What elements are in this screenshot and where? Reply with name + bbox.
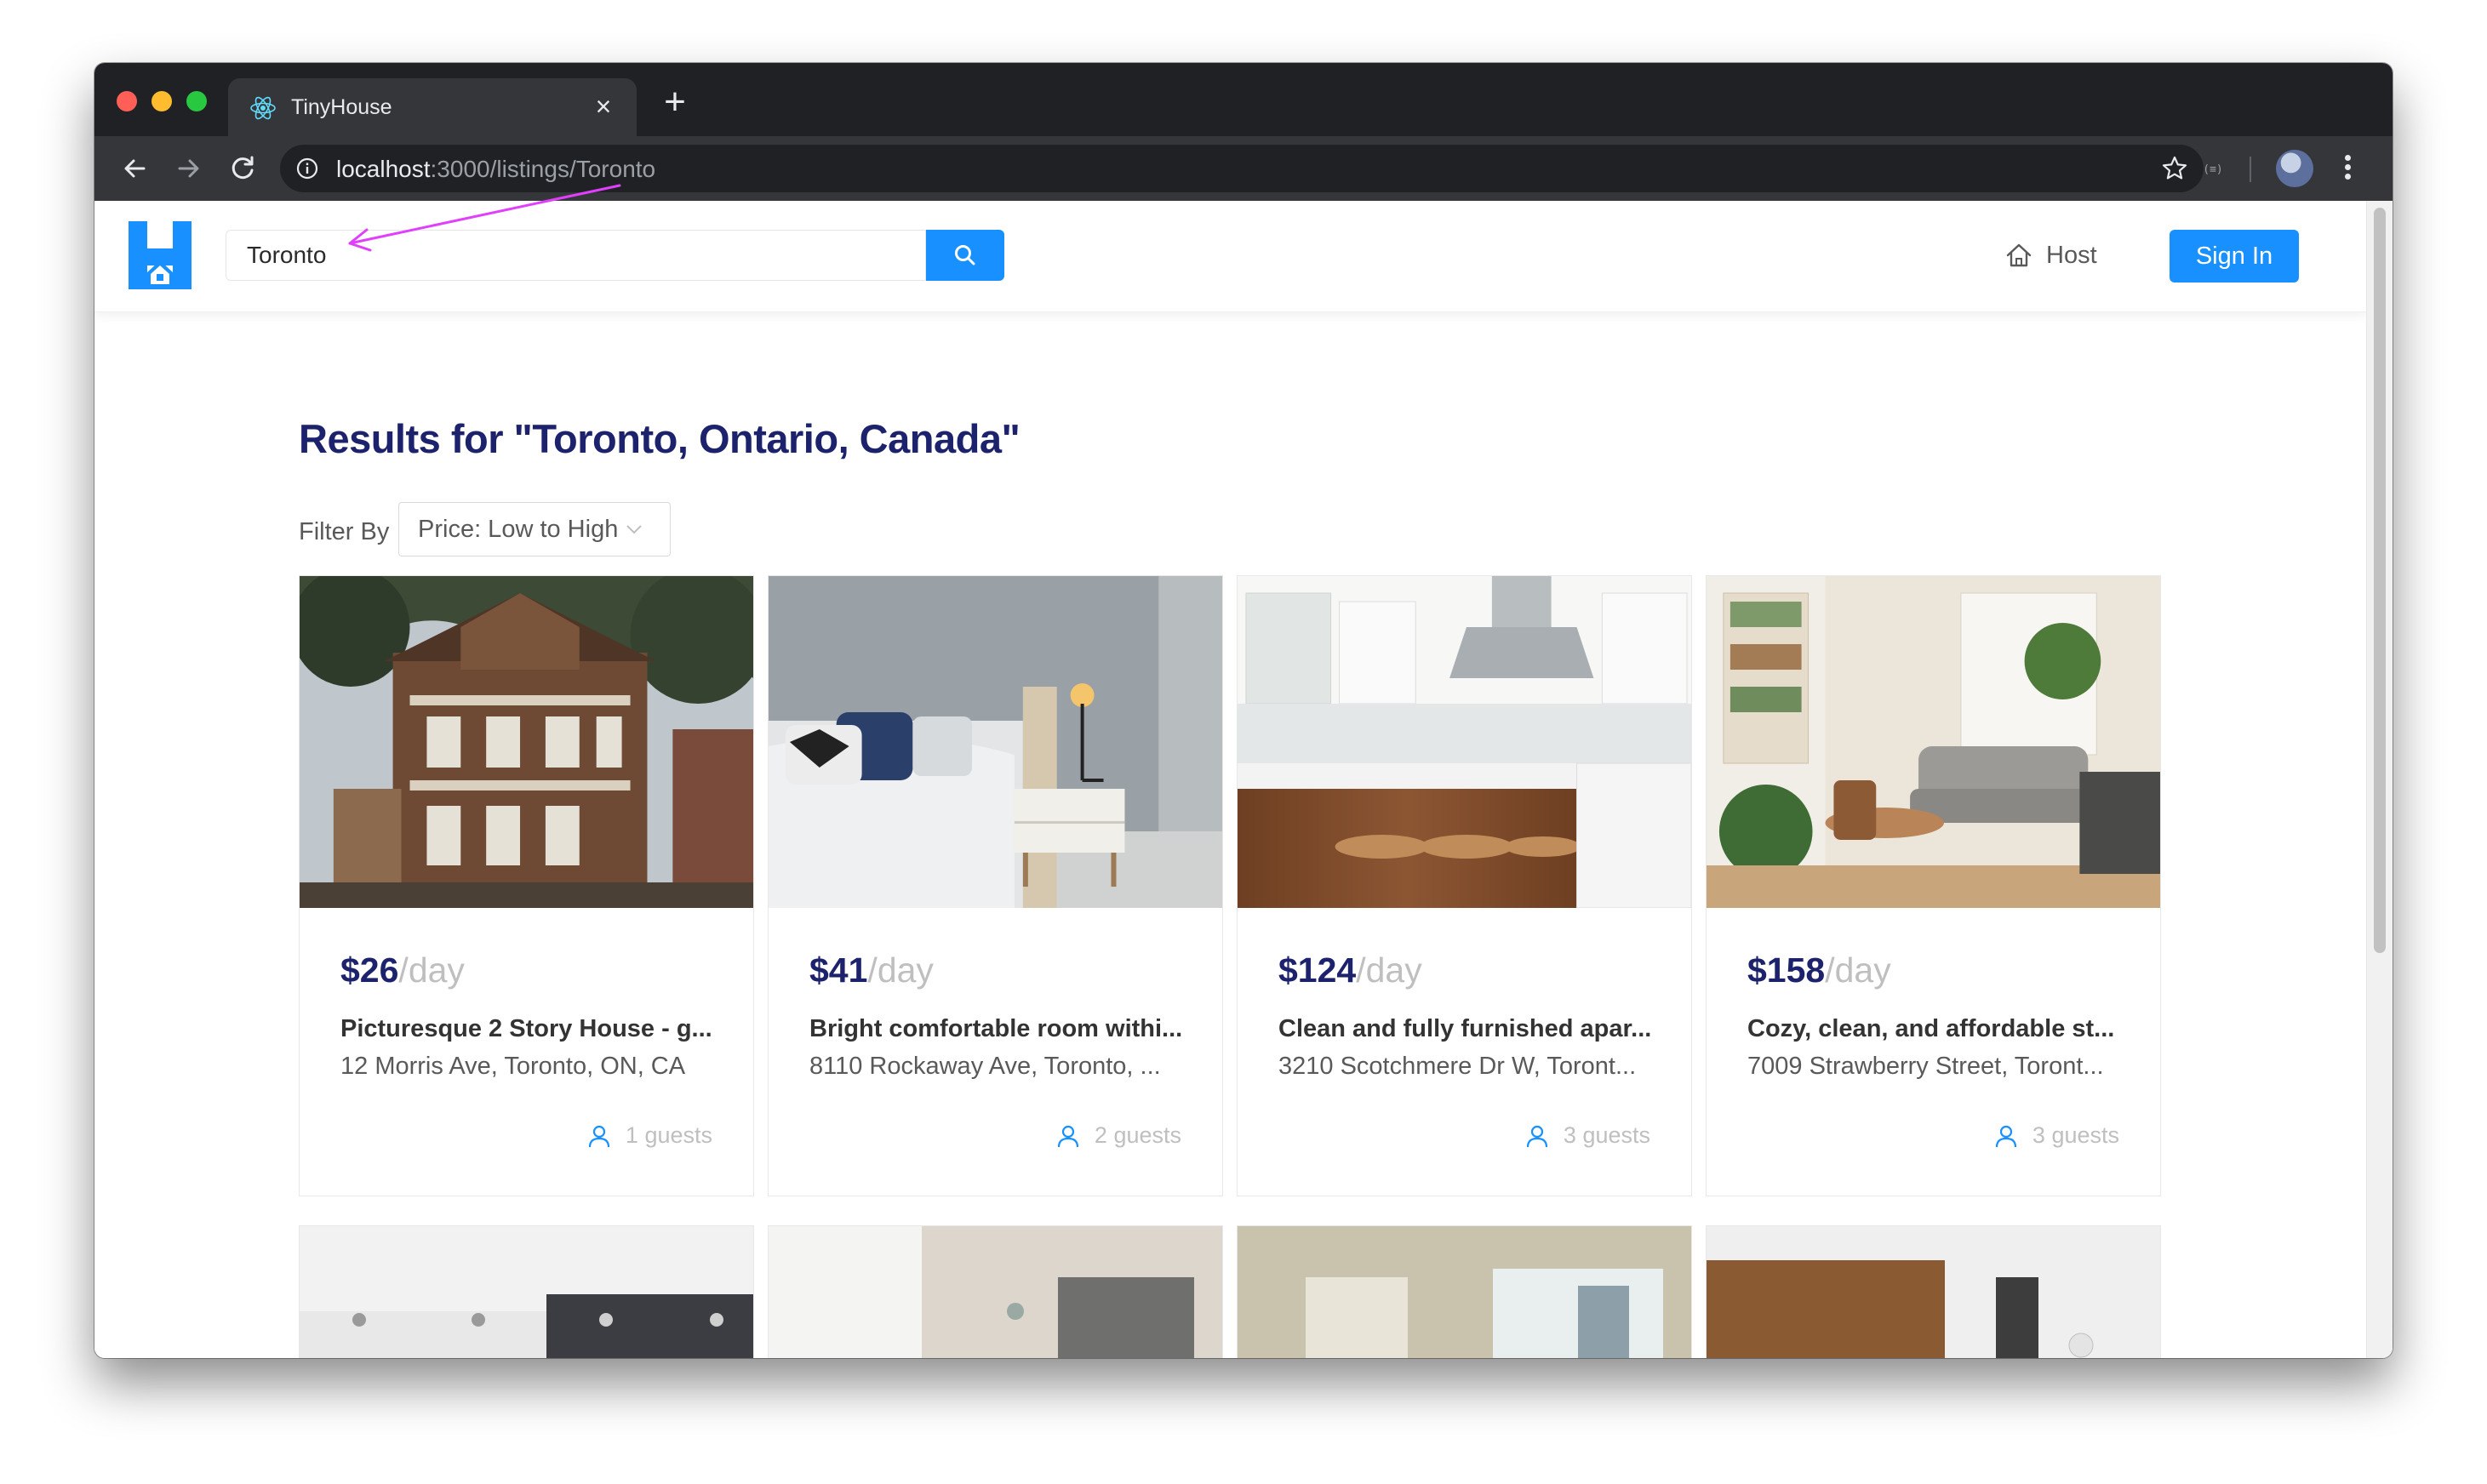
search-icon xyxy=(955,245,975,265)
listing-title: Clean and fully furnished apar... xyxy=(1278,1015,1652,1042)
reload-icon[interactable] xyxy=(224,150,261,187)
user-icon xyxy=(588,1125,610,1147)
listing-address: 12 Morris Ave, Toronto, ON, CA xyxy=(340,1053,686,1080)
star-bookmark-icon[interactable] xyxy=(2159,153,2190,184)
listing-card-partial[interactable] xyxy=(768,1225,1223,1358)
search-input[interactable] xyxy=(226,230,926,281)
listing-guests: 2 guests xyxy=(1057,1122,1181,1149)
url-path: :3000/listings/Toronto xyxy=(430,156,656,182)
listing-price: $158/day xyxy=(1747,950,1891,990)
listing-guests: 1 guests xyxy=(588,1122,712,1149)
browser-menu-icon[interactable] xyxy=(2341,151,2353,186)
listing-card-partial[interactable] xyxy=(299,1225,754,1358)
user-icon xyxy=(1995,1125,2017,1147)
listing-guests: 3 guests xyxy=(1995,1122,2119,1149)
redux-extension-icon: (≡) xyxy=(2203,163,2222,176)
search-button[interactable] xyxy=(926,230,1004,281)
listing-address: 7009 Strawberry Street, Toront... xyxy=(1747,1053,2104,1080)
price-amount: $26 xyxy=(340,950,399,990)
listing-card[interactable]: $41/day Bright comfortable room withi...… xyxy=(768,575,1223,1196)
price-amount: $41 xyxy=(809,950,868,990)
tab-bar: TinyHouse × + xyxy=(94,63,2393,136)
listing-card[interactable]: $124/day Clean and fully furnished apar.… xyxy=(1237,575,1692,1196)
price-unit: /day xyxy=(1356,950,1422,990)
extension-icon[interactable]: (≡) xyxy=(2198,155,2227,182)
page-scrollbar[interactable] xyxy=(2366,201,2393,1358)
listing-photo-kitchen xyxy=(1238,576,1691,908)
listing-photo-bedroom xyxy=(769,576,1222,908)
user-icon xyxy=(1057,1125,1079,1147)
listing-photo-partial xyxy=(769,1226,1222,1358)
react-icon xyxy=(250,96,276,120)
guests-count: 3 guests xyxy=(2032,1122,2119,1148)
chevron-down-icon xyxy=(626,525,643,534)
price-filter-select[interactable]: Price: Low to High xyxy=(398,502,671,556)
sign-in-button[interactable]: Sign In xyxy=(2170,230,2299,283)
listing-title: Picturesque 2 Story House - g... xyxy=(340,1015,712,1042)
host-link[interactable]: Host xyxy=(2005,238,2097,272)
host-label: Host xyxy=(2046,241,2097,269)
listing-address: 3210 Scotchmere Dr W, Toront... xyxy=(1278,1053,1637,1080)
listing-title: Cozy, clean, and affordable st... xyxy=(1747,1015,2115,1042)
listing-price: $41/day xyxy=(809,950,934,990)
price-unit: /day xyxy=(1825,950,1891,990)
listing-photo-partial xyxy=(1238,1226,1691,1358)
app-header: Host Sign In xyxy=(94,201,2367,312)
guests-count: 2 guests xyxy=(1094,1122,1181,1148)
listing-card-partial[interactable] xyxy=(1237,1225,1692,1358)
listing-photo-partial xyxy=(1707,1226,2160,1358)
listing-title: Bright comfortable room withi... xyxy=(809,1015,1183,1042)
forward-arrow-icon[interactable] xyxy=(169,150,207,187)
price-amount: $158 xyxy=(1747,950,1826,990)
browser-window: TinyHouse × + localhost:3000/listings/To… xyxy=(94,63,2393,1358)
listing-address: 8110 Rockaway Ave, Toronto, ... xyxy=(809,1053,1161,1080)
listing-card-partial[interactable] xyxy=(1706,1225,2161,1358)
listing-price: $124/day xyxy=(1278,950,1422,990)
profile-avatar[interactable] xyxy=(2276,150,2313,187)
tab-title: TinyHouse xyxy=(291,95,392,119)
svg-text:(≡): (≡) xyxy=(2203,163,2222,176)
user-icon xyxy=(1526,1125,1548,1147)
listing-guests: 3 guests xyxy=(1526,1122,1650,1149)
url-host: localhost xyxy=(336,156,431,182)
back-arrow-icon[interactable] xyxy=(117,150,154,187)
close-tab-icon[interactable]: × xyxy=(587,90,620,123)
url-text: localhost:3000/listings/Toronto xyxy=(336,156,655,183)
scrollbar-thumb[interactable] xyxy=(2374,208,2386,953)
page-viewport: Host Sign In Results for "Toronto, Ontar… xyxy=(94,201,2393,1358)
tinyhouse-logo[interactable] xyxy=(129,221,192,289)
address-bar[interactable]: localhost:3000/listings/Toronto xyxy=(280,145,2204,192)
listing-photo-partial xyxy=(300,1226,753,1358)
toolbar-divider xyxy=(2250,157,2251,182)
price-amount: $124 xyxy=(1278,950,1357,990)
maximize-window-button[interactable] xyxy=(186,91,207,111)
info-icon[interactable] xyxy=(295,157,319,180)
listing-photo-living-room xyxy=(1707,576,2160,908)
listing-photo-victorian-house xyxy=(300,576,753,908)
home-icon xyxy=(2006,243,2032,267)
minimize-window-button[interactable] xyxy=(152,91,172,111)
results-title: Results for "Toronto, Ontario, Canada" xyxy=(299,416,1021,461)
guests-count: 1 guests xyxy=(625,1122,712,1148)
filter-selected-value: Price: Low to High xyxy=(418,515,619,543)
listing-card[interactable]: $26/day Picturesque 2 Story House - g...… xyxy=(299,575,754,1196)
close-window-button[interactable] xyxy=(117,91,137,111)
price-unit: /day xyxy=(867,950,934,990)
browser-toolbar: localhost:3000/listings/Toronto (≡) xyxy=(94,136,2393,201)
new-tab-button[interactable]: + xyxy=(656,83,694,121)
price-unit: /day xyxy=(398,950,465,990)
guests-count: 3 guests xyxy=(1563,1122,1650,1148)
tab-tinyhouse[interactable]: TinyHouse × xyxy=(228,78,637,136)
listing-card[interactable]: $158/day Cozy, clean, and affordable st.… xyxy=(1706,575,2161,1196)
filter-label: Filter By xyxy=(299,518,390,545)
listing-price: $26/day xyxy=(340,950,465,990)
